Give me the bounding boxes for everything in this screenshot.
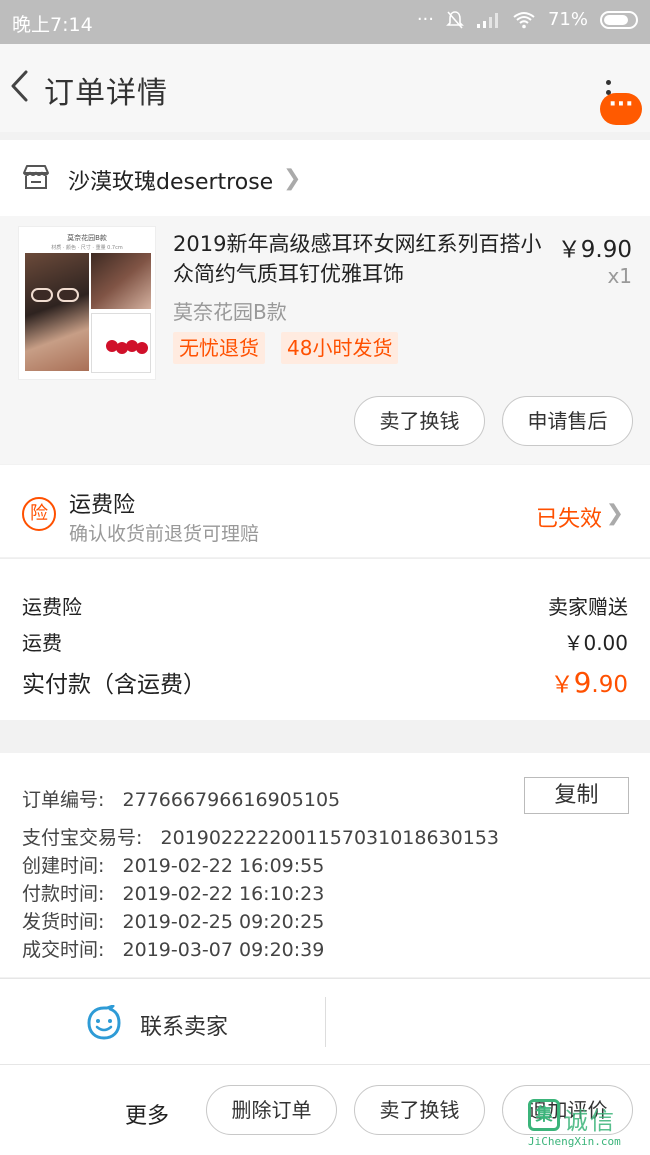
payment-amount: ￥9.90 (551, 665, 628, 699)
fee-label: 运费险 (22, 595, 82, 619)
more-button[interactable]: 更多 (125, 1098, 169, 1130)
shop-icon (23, 165, 49, 189)
shipped-time-line: 发货时间: 2019-02-25 09:20:25 (22, 907, 324, 934)
order-info: 订单编号: 277666796616905105 复制 支付宝交易号: 2019… (0, 753, 650, 977)
paid-time-line: 付款时间: 2019-02-22 16:10:23 (22, 879, 324, 906)
chevron-right-icon: ❯ (283, 166, 302, 191)
completed-time-line: 成交时间: 2019-03-07 09:20:39 (22, 935, 324, 962)
insurance-status: 已失效 (535, 507, 602, 532)
goods-item[interactable]: 莫奈花园B款 材质 · 颜色 · 尺寸 · 重量 0.7cm 2019新年高级感… (0, 216, 650, 464)
chat-smile-icon[interactable] (86, 1005, 122, 1041)
earring-photo (91, 313, 151, 373)
watermark-logo: 集 诚信 JiChengXin.com (524, 1099, 644, 1151)
back-arrow-icon[interactable] (6, 66, 36, 106)
sunglasses-icon (31, 287, 87, 303)
battery-percent: 71% (547, 9, 588, 30)
status-icons: ··· 71% (417, 9, 638, 30)
shipping-insurance-row[interactable]: 险 运费险 确认收货前退货可理赔 已失效 ❯ (0, 465, 650, 557)
tag-no-worry-return: 无忧退货 (173, 332, 265, 364)
nav-bar: 订单详情 ··· (0, 44, 650, 132)
fee-summary: 运费险 卖家赠送 运费 ￥0.00 实付款（含运费） ￥9.90 (0, 558, 650, 720)
status-bar: 晚上7:14 ··· 71% (0, 0, 650, 44)
product-price: ￥9.90 (557, 237, 632, 263)
info-label: 成交时间: (22, 939, 105, 961)
created-time-line: 创建时间: 2019-02-22 16:09:55 (22, 851, 324, 878)
chevron-right-icon: ❯ (605, 501, 624, 526)
info-value: 277666796616905105 (122, 789, 341, 811)
fee-value: 卖家赠送 (548, 595, 628, 619)
watermark-badge: 集 (528, 1099, 560, 1131)
watermark-url: JiChengXin.com (528, 1135, 621, 1148)
model-photo (25, 253, 89, 371)
contact-seller-row: 联系卖家 (0, 978, 650, 1064)
product-quantity: x1 (607, 264, 632, 288)
payment-integer: 9 (573, 666, 592, 699)
battery-icon (600, 10, 638, 29)
payment-label: 实付款（含运费） (22, 672, 206, 698)
tag-48h-shipping: 48小时发货 (281, 332, 399, 364)
more-dots-status-icon: ··· (416, 9, 434, 30)
wifi-icon (513, 11, 535, 28)
shop-name: 沙漠玫瑰desertrose (68, 170, 274, 195)
after-sales-button[interactable]: 申请售后 (502, 396, 633, 446)
divider (325, 997, 326, 1047)
info-value: 2019-02-22 16:10:23 (122, 883, 325, 905)
insurance-subtitle: 确认收货前退货可理赔 (69, 523, 260, 545)
message-bubble-icon[interactable]: ··· (600, 93, 642, 125)
info-label: 创建时间: (22, 855, 105, 877)
payment-decimal: .90 (591, 672, 628, 698)
fee-label: 运费 (22, 631, 62, 655)
info-value: 2019-03-07 09:20:39 (122, 939, 325, 961)
info-label: 付款时间: (22, 883, 105, 905)
model-photo-side (91, 253, 151, 309)
page-title: 订单详情 (44, 76, 168, 111)
info-value: 2019-02-25 09:20:25 (122, 911, 325, 933)
sell-for-cash-button[interactable]: 卖了换钱 (354, 396, 485, 446)
order-number-line: 订单编号: 277666796616905105 (22, 785, 340, 812)
info-label: 支付宝交易号: (22, 827, 143, 849)
product-thumbnail[interactable]: 莫奈花园B款 材质 · 颜色 · 尺寸 · 重量 0.7cm (18, 226, 156, 380)
product-title[interactable]: 2019新年高级感耳环女网红系列百搭小众简约气质耳钉优雅耳饰 (173, 229, 553, 289)
payment-currency: ￥ (550, 672, 574, 698)
watermark-text: 诚信 (564, 1107, 616, 1135)
sell-for-cash-button[interactable]: 卖了换钱 (354, 1085, 485, 1135)
info-label: 订单编号: (22, 789, 105, 811)
signal-icon (476, 12, 498, 28)
info-value: 2019022222001157031018630153 (160, 827, 500, 849)
contact-seller-button[interactable]: 联系卖家 (140, 1009, 228, 1041)
delete-order-button[interactable]: 删除订单 (206, 1085, 337, 1135)
thumbnail-subcaption: 材质 · 颜色 · 尺寸 · 重量 0.7cm (51, 245, 123, 251)
fee-value: ￥0.00 (563, 631, 628, 655)
alipay-number-line: 支付宝交易号: 2019022222001157031018630153 (22, 823, 499, 850)
mute-bell-icon (446, 10, 464, 29)
info-label: 发货时间: (22, 911, 105, 933)
info-value: 2019-02-22 16:09:55 (122, 855, 325, 877)
insurance-title: 运费险 (69, 493, 136, 518)
product-sku: 莫奈花园B款 (173, 300, 287, 324)
copy-button[interactable]: 复制 (524, 777, 629, 814)
status-time: 晚上7:14 (12, 14, 93, 36)
thumbnail-caption: 莫奈花园B款 (67, 234, 107, 242)
shop-row[interactable]: 沙漠玫瑰desertrose ❯ (0, 140, 650, 216)
insurance-icon: 险 (22, 497, 56, 531)
